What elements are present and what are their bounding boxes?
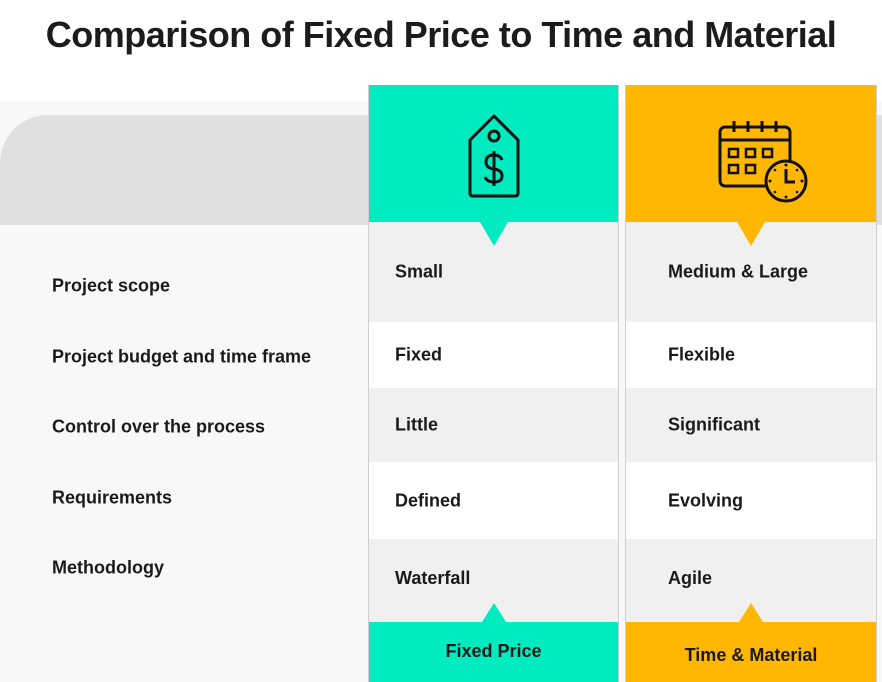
table-cell: Flexible [626, 322, 876, 388]
time-material-column: Medium & Large Flexible Significant Evol… [625, 85, 877, 682]
cell-value: Agile [668, 568, 713, 588]
table-cell: Defined [369, 462, 618, 539]
column-name: Time & Material [684, 645, 818, 665]
footer-pointer [481, 603, 506, 622]
cell-value: Evolving [668, 490, 744, 510]
cell-value: Waterfall [395, 568, 471, 588]
cell-value: Medium & Large [668, 261, 809, 282]
row-label: Control over the process [52, 416, 266, 437]
criteria-header [0, 115, 368, 225]
row-label: Project budget and time frame [52, 346, 312, 367]
time-material-footer: Time & Material [626, 603, 876, 682]
table-cell: Little [369, 388, 618, 462]
cell-value: Defined [395, 490, 462, 510]
row-label: Methodology [52, 557, 164, 578]
price-tag-dollar-icon [468, 114, 519, 198]
cell-value: Flexible [668, 344, 736, 365]
fixed-price-footer: Fixed Price [369, 603, 618, 682]
calendar-clock-icon [718, 121, 808, 203]
row-label: Requirements [52, 487, 173, 508]
fixed-price-column: Small Fixed Little Defined Waterfall Fix… [368, 85, 619, 682]
time-material-header [626, 85, 876, 246]
cell-value: Significant [668, 414, 761, 435]
header-pointer [479, 222, 508, 246]
table-cell: Evolving [626, 462, 876, 539]
row-label: Project scope [52, 275, 171, 296]
table-cell: Fixed [369, 322, 618, 388]
cell-value: Little [395, 414, 438, 435]
fixed-price-header [369, 85, 618, 246]
cell-value: Small [395, 261, 444, 282]
footer-pointer [739, 603, 763, 622]
table-cell: Significant [626, 388, 876, 462]
page-title: Comparison of Fixed Price to Time and Ma… [45, 14, 837, 55]
column-name: Fixed Price [445, 641, 542, 661]
header-pointer [737, 222, 765, 246]
cell-value: Fixed [395, 344, 443, 365]
